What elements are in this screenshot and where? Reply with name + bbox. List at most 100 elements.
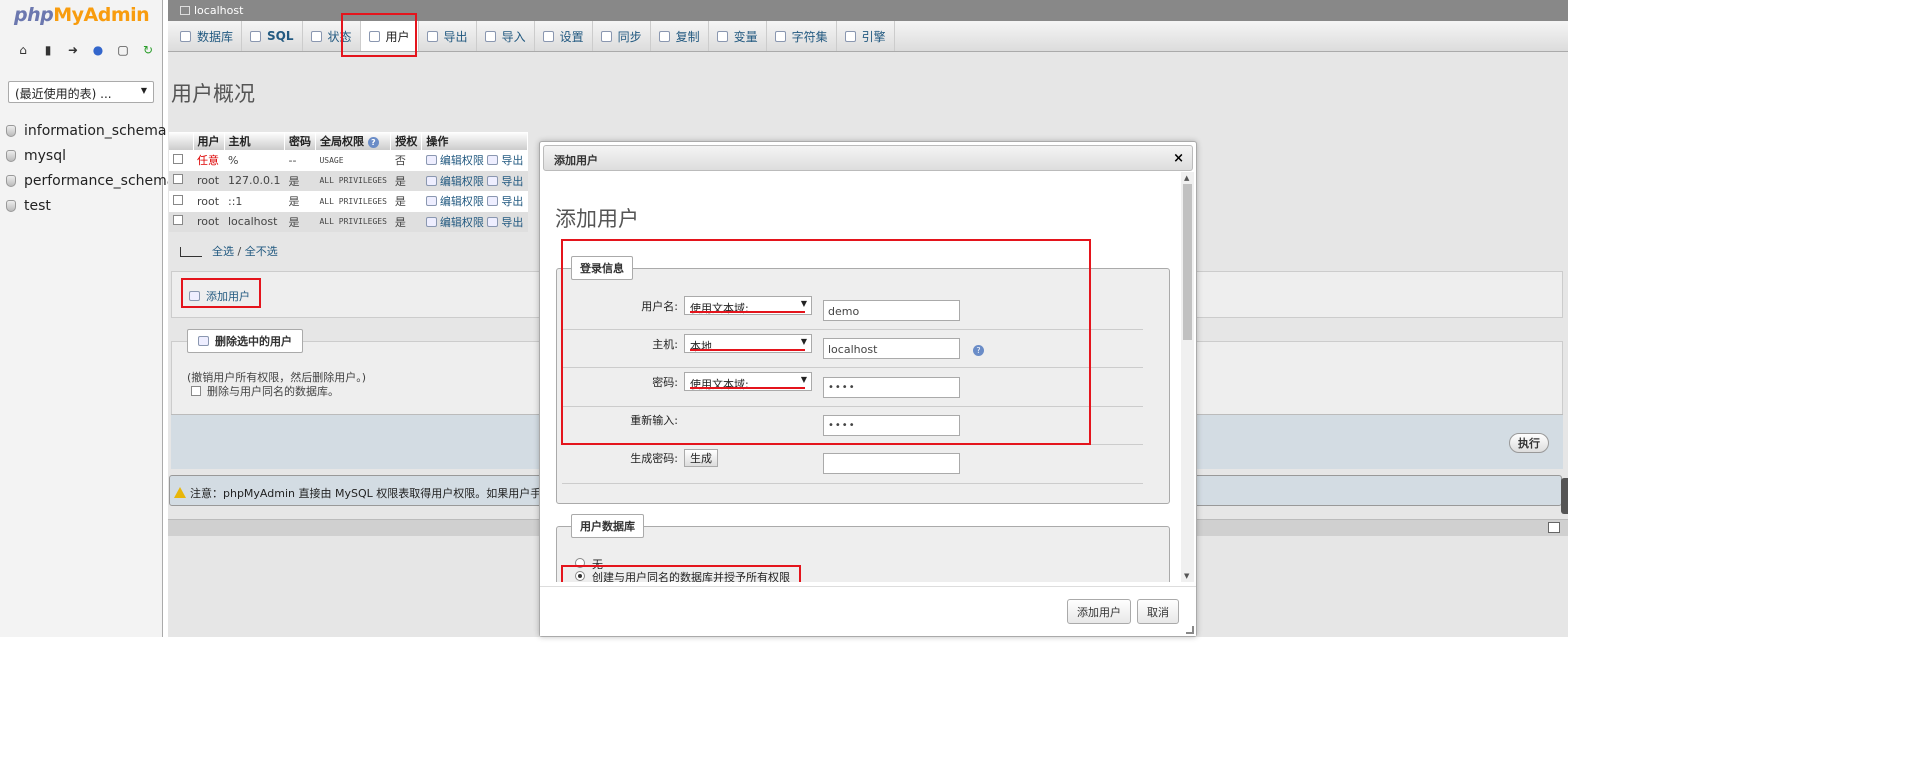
recent-tables-select[interactable]: (最近使用的表) ... ▼ [8,81,154,103]
help-icon[interactable]: ? [367,137,379,148]
sql-docs-icon[interactable]: ▢ [114,43,132,57]
tab-settings[interactable]: 设置 [535,21,593,51]
radio-no-database[interactable] [575,558,585,568]
arrow-left-icon [180,247,202,257]
edit-privileges-link[interactable]: 编辑权限 [425,175,484,188]
password-input[interactable]: •••• [823,377,960,398]
home-icon[interactable]: ⌂ [14,43,32,57]
database-list: information_schema mysql performance_sch… [6,118,175,218]
add-user-dialog: 添加用户 × 添加用户 登录信息 用户名: 使用文本域: ▼ demo 主机: 本… [539,141,1197,637]
breadcrumb: localhost [168,0,1568,21]
dialog-scrollbar[interactable]: ▲ ▼ [1181,172,1194,582]
dialog-heading: 添加用户 [555,207,639,231]
close-icon[interactable]: × [1173,151,1184,166]
database-item[interactable]: performance_schema [6,168,175,193]
add-user-icon [189,291,200,301]
retype-password-input[interactable]: •••• [823,415,960,436]
database-item[interactable]: information_schema [6,118,175,143]
database-icon [180,30,191,42]
side-handle[interactable] [1561,478,1568,514]
user-overview-table: 用户 主机 密码 全局权限 ? 授权 操作 任意 % -- USAGE 否 编辑… [169,132,529,232]
tab-charsets[interactable]: 字符集 [767,21,837,51]
console-icon[interactable] [1548,522,1560,533]
table-row: root localhost 是 ALL PRIVILEGES 是 编辑权限 导… [169,211,528,232]
tab-replication[interactable]: 复制 [651,21,709,51]
edit-privileges-link[interactable]: 编辑权限 [425,216,484,229]
export-link[interactable]: 导出 [487,195,523,208]
dialog-titlebar[interactable]: 添加用户 × [543,145,1193,171]
resize-handle[interactable] [1186,626,1194,634]
col-user[interactable]: 用户 [193,132,225,150]
tab-sync[interactable]: 同步 [593,21,651,51]
edit-privileges-link[interactable]: 编辑权限 [425,154,484,167]
query-window-icon[interactable]: ➜ [64,43,82,57]
tab-sql[interactable]: SQL [242,21,303,51]
logout-icon[interactable]: ▮ [39,43,57,57]
help-icon[interactable]: ? [973,345,984,356]
tab-export[interactable]: 导出 [419,21,477,51]
reload-icon[interactable]: ↻ [139,43,157,57]
phpmyadmin-logo[interactable]: phpMyAdmin [14,4,150,26]
users-icon [368,30,380,42]
sync-icon [600,30,612,42]
export-icon [487,175,499,186]
docs-icon[interactable]: ● [89,43,107,57]
cancel-button[interactable]: 取消 [1137,599,1179,624]
add-user-button[interactable]: 添加用户 [1067,599,1131,624]
tab-engines[interactable]: 引擎 [837,21,895,51]
export-link[interactable]: 导出 [487,175,523,188]
tab-import[interactable]: 导入 [477,21,535,51]
export-icon [487,216,499,227]
tab-databases[interactable]: 数据库 [172,21,243,51]
select-all-link[interactable]: 全选 [212,245,234,258]
table-row: root 127.0.0.1 是 ALL PRIVILEGES 是 编辑权限 导… [169,170,528,191]
host-type-select[interactable]: 本地 ▼ [684,334,812,353]
execute-button[interactable]: 执行 [1509,433,1549,453]
database-item[interactable]: mysql [6,143,175,168]
generated-password-input[interactable] [823,453,960,474]
table-row: root ::1 是 ALL PRIVILEGES 是 编辑权限 导出 [169,191,528,212]
edit-privileges-icon [425,196,437,207]
generate-password-button[interactable]: 生成 [684,449,718,467]
host-input[interactable]: localhost [823,338,960,359]
edit-privileges-icon [425,216,437,227]
select-none-link[interactable]: 全不选 [245,245,278,258]
table-header-row: 用户 主机 密码 全局权限 ? 授权 操作 [169,132,529,150]
database-icon [6,199,16,212]
wrench-icon [542,30,554,42]
username-input[interactable]: demo [823,300,960,321]
col-host[interactable]: 主机 [224,132,285,150]
tab-variables[interactable]: 变量 [709,21,767,51]
col-grant[interactable]: 授权 [390,132,423,150]
top-menu-tabs: 数据库 SQL 状态 用户 导出 导入 设置 同步 复制 变量 字符集 引擎 [168,21,1568,52]
database-icon [6,174,16,187]
scroll-up-icon[interactable]: ▲ [1184,174,1189,182]
row-checkbox[interactable] [173,194,183,205]
row-checkbox[interactable] [173,215,183,226]
tab-status[interactable]: 状态 [303,21,361,51]
row-checkbox[interactable] [173,174,183,185]
col-global-privileges[interactable]: 全局权限 ? [315,132,392,150]
tab-users[interactable]: 用户 [360,21,419,51]
edit-privileges-link[interactable]: 编辑权限 [425,195,484,208]
password-type-select[interactable]: 使用文本域: ▼ [684,372,812,391]
scroll-down-icon[interactable]: ▼ [1184,572,1189,580]
chevron-down-icon: ▼ [140,86,147,95]
import-icon [484,30,496,42]
page-title: 用户概况 [171,82,255,106]
nav-icon-bar: ⌂ ▮ ➜ ● ▢ ↻ [14,43,157,57]
delete-users-legend: 删除选中的用户 [187,329,303,353]
export-link[interactable]: 导出 [487,216,523,229]
col-password[interactable]: 密码 [284,132,316,150]
username-type-select[interactable]: 使用文本域: ▼ [684,296,812,315]
database-item[interactable]: test [6,193,175,218]
table-row: 任意 % -- USAGE 否 编辑权限 导出 [169,150,528,171]
drop-db-checkbox[interactable] [191,386,201,396]
chevron-down-icon: ▼ [800,299,807,308]
scroll-thumb[interactable] [1183,184,1192,340]
export-link[interactable]: 导出 [487,154,523,167]
add-user-link[interactable]: 添加用户 [189,288,250,304]
edit-privileges-icon [425,155,437,166]
row-checkbox[interactable] [173,153,183,164]
radio-create-database[interactable] [575,571,585,581]
